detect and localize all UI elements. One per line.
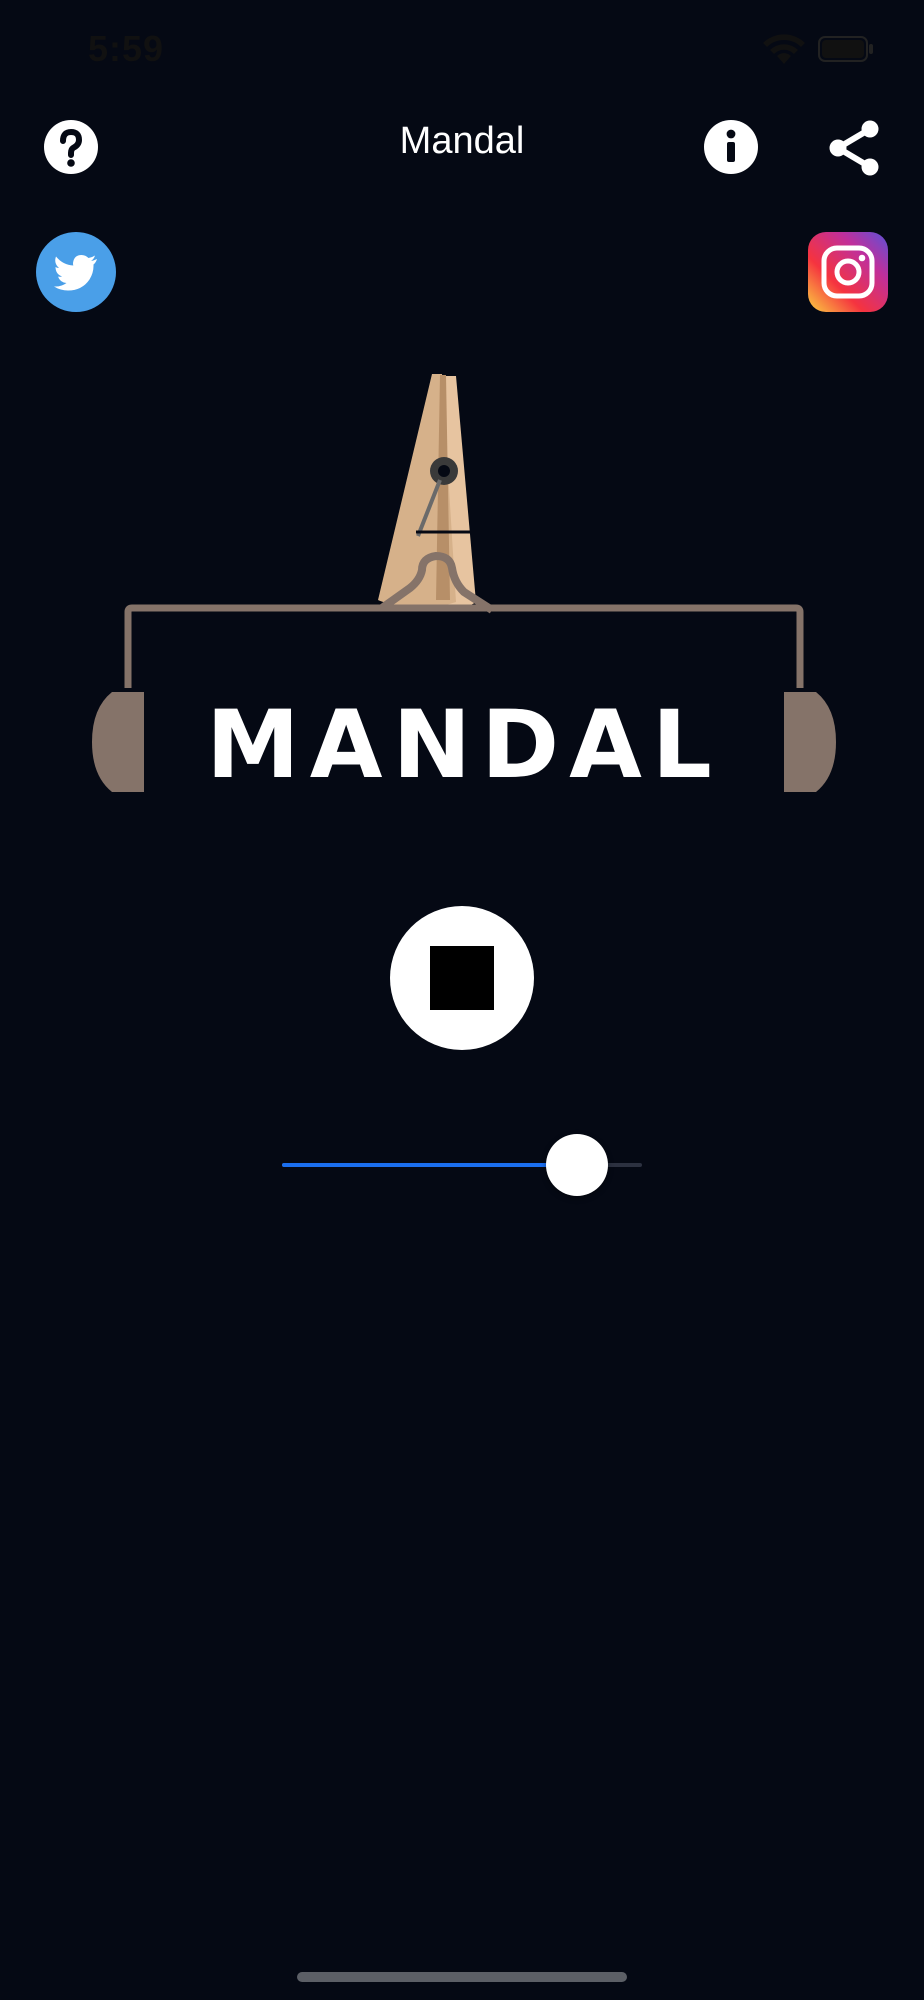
- page-title: Mandal: [399, 120, 525, 162]
- mandal-logo: MANDAL: [92, 374, 836, 800]
- instagram-button[interactable]: [808, 232, 888, 312]
- question-mark-icon: [44, 120, 98, 174]
- stop-icon: [430, 946, 494, 1010]
- clothespin-graphic: [378, 374, 495, 614]
- share-icon: [829, 120, 879, 176]
- volume-slider[interactable]: [282, 1130, 642, 1200]
- twitter-button[interactable]: [36, 232, 116, 312]
- battery-icon: [818, 36, 873, 62]
- share-button[interactable]: [826, 118, 882, 178]
- logo-text: MANDAL: [206, 691, 722, 800]
- help-button[interactable]: [44, 120, 98, 174]
- status-time: 5:59: [88, 28, 165, 69]
- instagram-camera-icon: [808, 232, 888, 312]
- info-icon: [704, 120, 758, 174]
- stop-button[interactable]: [390, 906, 534, 1050]
- volume-slider-fill: [282, 1163, 577, 1167]
- home-indicator: [297, 1972, 627, 1982]
- status-bar: 5:59: [0, 0, 924, 100]
- twitter-bird-icon: [36, 232, 116, 312]
- volume-slider-thumb[interactable]: [546, 1134, 608, 1196]
- info-button[interactable]: [704, 120, 758, 174]
- wifi-icon: [763, 34, 805, 64]
